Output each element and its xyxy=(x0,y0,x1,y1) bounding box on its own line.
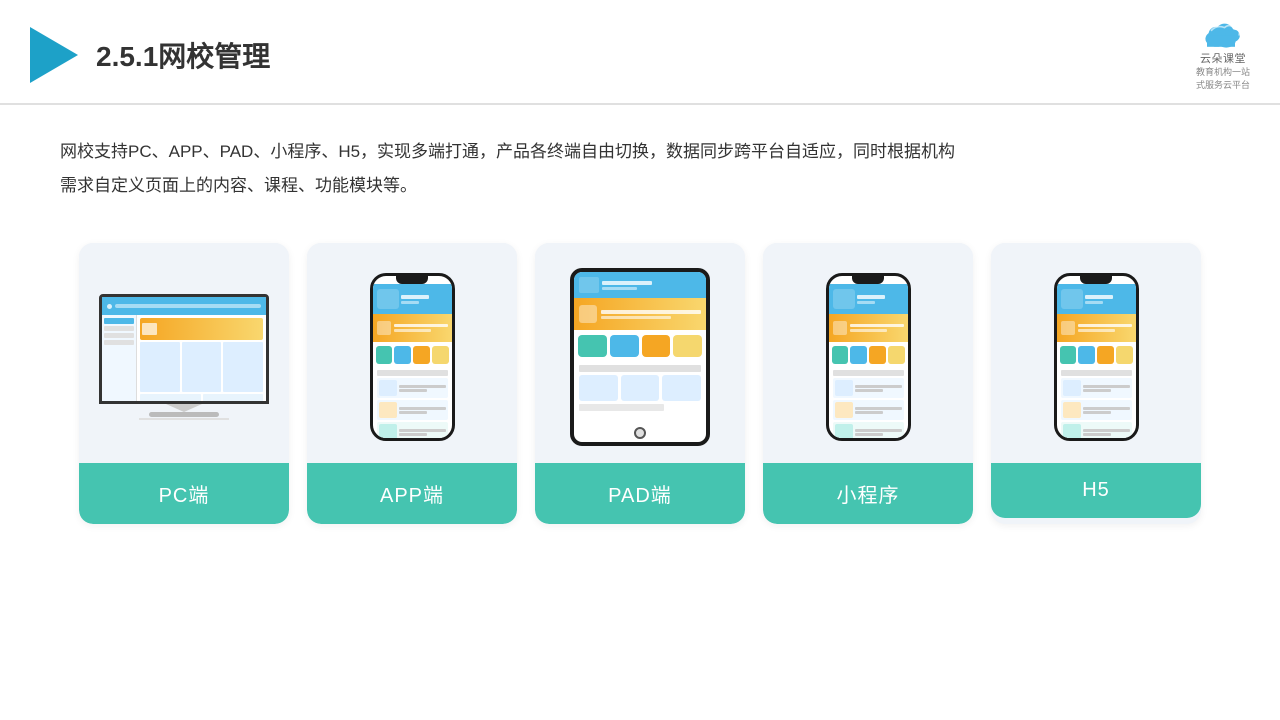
card-app: APP端 xyxy=(307,243,517,524)
description-text-2: 需求自定义页面上的内容、课程、功能模块等。 xyxy=(60,169,1220,203)
card-miniapp: 小程序 xyxy=(763,243,973,524)
header-right: 云朵课堂 教育机构一站式服务云平台 xyxy=(1196,18,1250,91)
card-pad: PAD端 xyxy=(535,243,745,524)
card-pad-image xyxy=(535,243,745,463)
card-miniapp-label: 小程序 xyxy=(763,463,973,524)
card-miniapp-image xyxy=(763,243,973,463)
cloud-logo-icon xyxy=(1199,18,1247,50)
brand-name: 云朵课堂 xyxy=(1200,50,1246,66)
header-left: 2.5.1网校管理 xyxy=(30,27,270,83)
card-pc: PC端 xyxy=(79,243,289,524)
card-app-label: APP端 xyxy=(307,463,517,524)
card-h5-image xyxy=(991,243,1201,463)
header: 2.5.1网校管理 云朵课堂 教育机构一站式服务云平台 xyxy=(0,0,1280,105)
card-pc-label: PC端 xyxy=(79,463,289,524)
cards-container: PC端 xyxy=(0,213,1280,554)
card-h5: H5 xyxy=(991,243,1201,524)
logo-triangle-icon xyxy=(30,27,78,83)
card-app-image xyxy=(307,243,517,463)
app-phone-mockup xyxy=(370,273,455,441)
description-text: 网校支持PC、APP、PAD、小程序、H5，实现多端打通，产品各终端自由切换，数… xyxy=(60,135,1220,169)
description: 网校支持PC、APP、PAD、小程序、H5，实现多端打通，产品各终端自由切换，数… xyxy=(0,105,1280,213)
brand-logo: 云朵课堂 教育机构一站式服务云平台 xyxy=(1196,18,1250,91)
pc-device-mockup xyxy=(99,294,269,420)
card-pad-label: PAD端 xyxy=(535,463,745,524)
brand-tagline: 教育机构一站式服务云平台 xyxy=(1196,66,1250,91)
page-title: 2.5.1网校管理 xyxy=(96,35,270,75)
pc-screen xyxy=(99,294,269,404)
card-h5-label: H5 xyxy=(991,463,1201,518)
miniapp-phone-mockup xyxy=(826,273,911,441)
pad-device-mockup xyxy=(570,268,710,446)
card-pc-image xyxy=(79,243,289,463)
h5-phone-mockup xyxy=(1054,273,1139,441)
